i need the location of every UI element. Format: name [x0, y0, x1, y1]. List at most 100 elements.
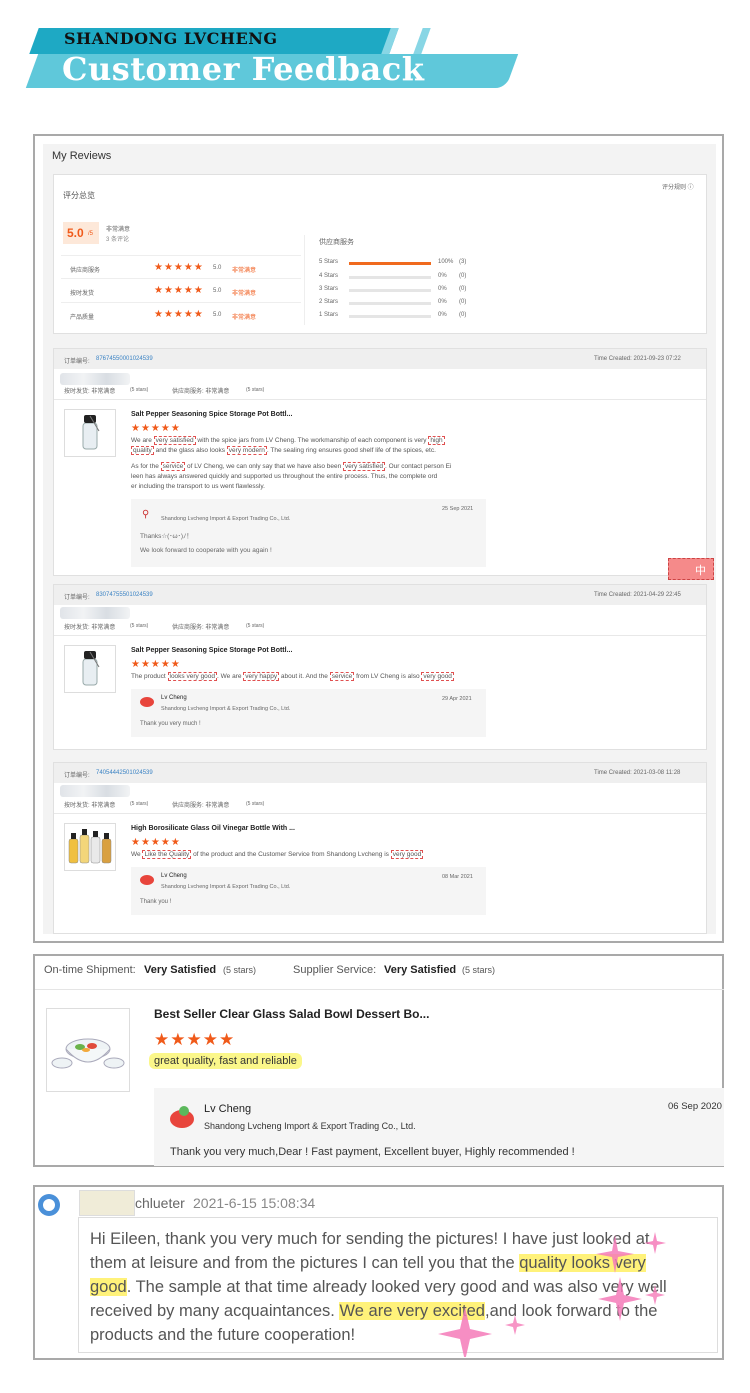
seller-logo-icon: ⚲ — [142, 509, 150, 520]
review-text: As for the service of LV Cheng, we can o… — [131, 462, 471, 492]
dist-bar — [349, 315, 431, 318]
chat-status-icon-inner — [43, 1199, 55, 1211]
order-card: 订单编号: 83074755501024539 Time Created: 20… — [53, 584, 707, 750]
service-rating: 供应商服务: 非常满意 — [172, 625, 230, 631]
review-text-part: with the spice jars from LV Cheng. The w… — [195, 437, 429, 444]
shipment-stars-text: (5 stars) — [130, 801, 149, 807]
seller-reply: Lv Cheng Shandong Lvcheng Import & Expor… — [131, 689, 486, 737]
review-text-part: As for the — [131, 463, 161, 470]
reply-text: Thank you very much,Dear ! Fast payment,… — [170, 1146, 575, 1158]
spice-jar-icon — [82, 415, 100, 450]
dist-pct: 100% — [438, 259, 454, 265]
supplier-service-label: 供应商服务 — [319, 239, 354, 246]
review-text-part: about it. And the — [279, 673, 330, 680]
shipment-stars-text: (5 stars) — [130, 623, 149, 629]
highlighted-phrase: very good — [390, 850, 424, 859]
summary-label: 评分总览 — [63, 191, 95, 200]
reply-text: Thank you ! — [140, 899, 172, 905]
blurred-buyer-name — [60, 607, 130, 619]
dist-bar — [349, 276, 431, 279]
order-card: 订单编号: 74054442501024539 Time Created: 20… — [53, 762, 707, 934]
dist-pct: 0% — [438, 312, 447, 318]
highlighted-phrase: very happy — [243, 672, 280, 681]
divider — [304, 235, 305, 325]
summary-row-stars: ★★★★★ — [154, 309, 204, 320]
order-number-link[interactable]: 87674550001024539 — [96, 356, 153, 362]
seller-avatar-leaf — [179, 1106, 189, 1116]
summary-row-text: 非常满意 — [232, 291, 257, 297]
order-number-link[interactable]: 74054442501024539 — [96, 770, 153, 776]
reply-text: Thank you very much ! — [140, 721, 201, 727]
highlighted-phrase: good — [90, 1278, 127, 1296]
dist-label: 1 Stars — [319, 312, 339, 318]
summary-row-value: 5.0 — [213, 288, 222, 294]
service-stars-text: (5 stars) — [462, 965, 496, 975]
product-image[interactable] — [64, 823, 116, 871]
divider — [54, 813, 706, 814]
order-time: Time Created: 2021-03-08 11:28 — [594, 770, 681, 776]
product-title-link[interactable]: Salt Pepper Seasoning Spice Storage Pot … — [131, 411, 292, 418]
score-badge: 5.0 /5 — [63, 222, 99, 244]
banner-title: Customer Feedback — [62, 50, 425, 88]
dist-label: 5 Stars — [319, 259, 339, 265]
salad-bowl-icon — [51, 1038, 125, 1069]
review-text-part: of LV Cheng, we can only say that we hav… — [185, 463, 344, 470]
reply-date: 25 Sep 2021 — [442, 506, 474, 512]
product-title-link[interactable]: High Borosilicate Glass Oil Vinegar Bott… — [131, 825, 295, 832]
reply-company: Shandong Lvcheng Import & Export Trading… — [161, 706, 291, 712]
user-avatar — [79, 1190, 135, 1216]
product-image[interactable] — [64, 645, 116, 693]
score-suffix: /5 — [88, 231, 94, 237]
review-stars: ★★★★★ — [131, 837, 181, 848]
divider — [61, 278, 301, 279]
product-title-link[interactable]: Best Seller Clear Glass Salad Bowl Desse… — [154, 1007, 429, 1021]
service-rating-value: Very Satisfied — [384, 964, 457, 976]
translate-widget-icon[interactable]: 中 — [668, 558, 714, 580]
reply-company: Shandong Lvcheng Import & Export Trading… — [161, 516, 291, 522]
review-text-part: The product — [131, 673, 168, 680]
summary-row-text: 非常满意 — [232, 315, 257, 321]
review-text-part: er including the transport to us went fl… — [131, 483, 265, 490]
dist-pct: 0% — [438, 299, 447, 305]
product-image[interactable] — [64, 409, 116, 457]
reply-company: Shandong Lvcheng Import & Export Trading… — [204, 1121, 416, 1131]
review-stars: ★★★★★ — [131, 659, 181, 670]
chat-username: chlueter — [135, 1195, 185, 1211]
service-stars-text: (5 stars) — [246, 623, 265, 629]
highlighted-phrase: high — [428, 436, 445, 445]
highlighted-phrase: very good — [421, 672, 454, 681]
divider — [54, 399, 706, 400]
chat-timestamp: 2021-6-15 15:08:34 — [193, 1195, 316, 1211]
review-text-part: We — [131, 851, 143, 858]
blurred-buyer-name — [60, 373, 130, 385]
brand-name: SHANDONG LVCHENG — [64, 29, 278, 48]
reply-date: 06 Sep 2020 — [668, 1101, 722, 1112]
summary-row-text: 非常满意 — [232, 268, 257, 274]
dist-label: 3 Stars — [319, 286, 339, 292]
product-image[interactable] — [46, 1008, 130, 1092]
review-count: 3 条评论 — [106, 237, 130, 243]
shipment-rating: 按时发货: 非常满意 — [64, 389, 116, 395]
reply-company: Shandong Lvcheng Import & Export Trading… — [161, 884, 291, 890]
summary-row-label: 供应商服务 — [70, 268, 101, 274]
product-title-link[interactable]: Salt Pepper Seasoning Spice Storage Pot … — [131, 647, 292, 654]
order-number-link[interactable]: 83074755501024539 — [96, 592, 153, 598]
highlighted-phrase: service — [160, 462, 186, 471]
chinese-char-icon: 中 — [695, 565, 706, 577]
review-text-part: and the glass also looks — [153, 447, 227, 454]
service-stars-text: (5 stars) — [246, 387, 265, 393]
highlighted-phrase: very satisfied — [343, 462, 385, 471]
review-text-part: . Our contact person Ei — [384, 463, 452, 470]
highlighted-phrase: very satisfied — [153, 436, 196, 445]
review-stars: ★★★★★ — [154, 1030, 236, 1049]
seller-reply: Lv Cheng Shandong Lvcheng Import & Expor… — [131, 867, 486, 915]
reply-name: Lv Cheng — [161, 873, 187, 879]
page-title: My Reviews — [52, 150, 112, 162]
review-text: The product looks very good. We are very… — [131, 672, 454, 681]
order-time: Time Created: 2021-04-29 22:45 — [594, 592, 681, 598]
summary-row-label: 产品质量 — [70, 315, 95, 321]
rating-rules-link[interactable]: 评分规则 ⓘ — [662, 182, 694, 191]
service-stars-text: (5 stars) — [246, 801, 265, 807]
highlighted-phrase: service — [329, 672, 355, 681]
shipment-rating-label: On-time Shipment: — [44, 964, 136, 976]
